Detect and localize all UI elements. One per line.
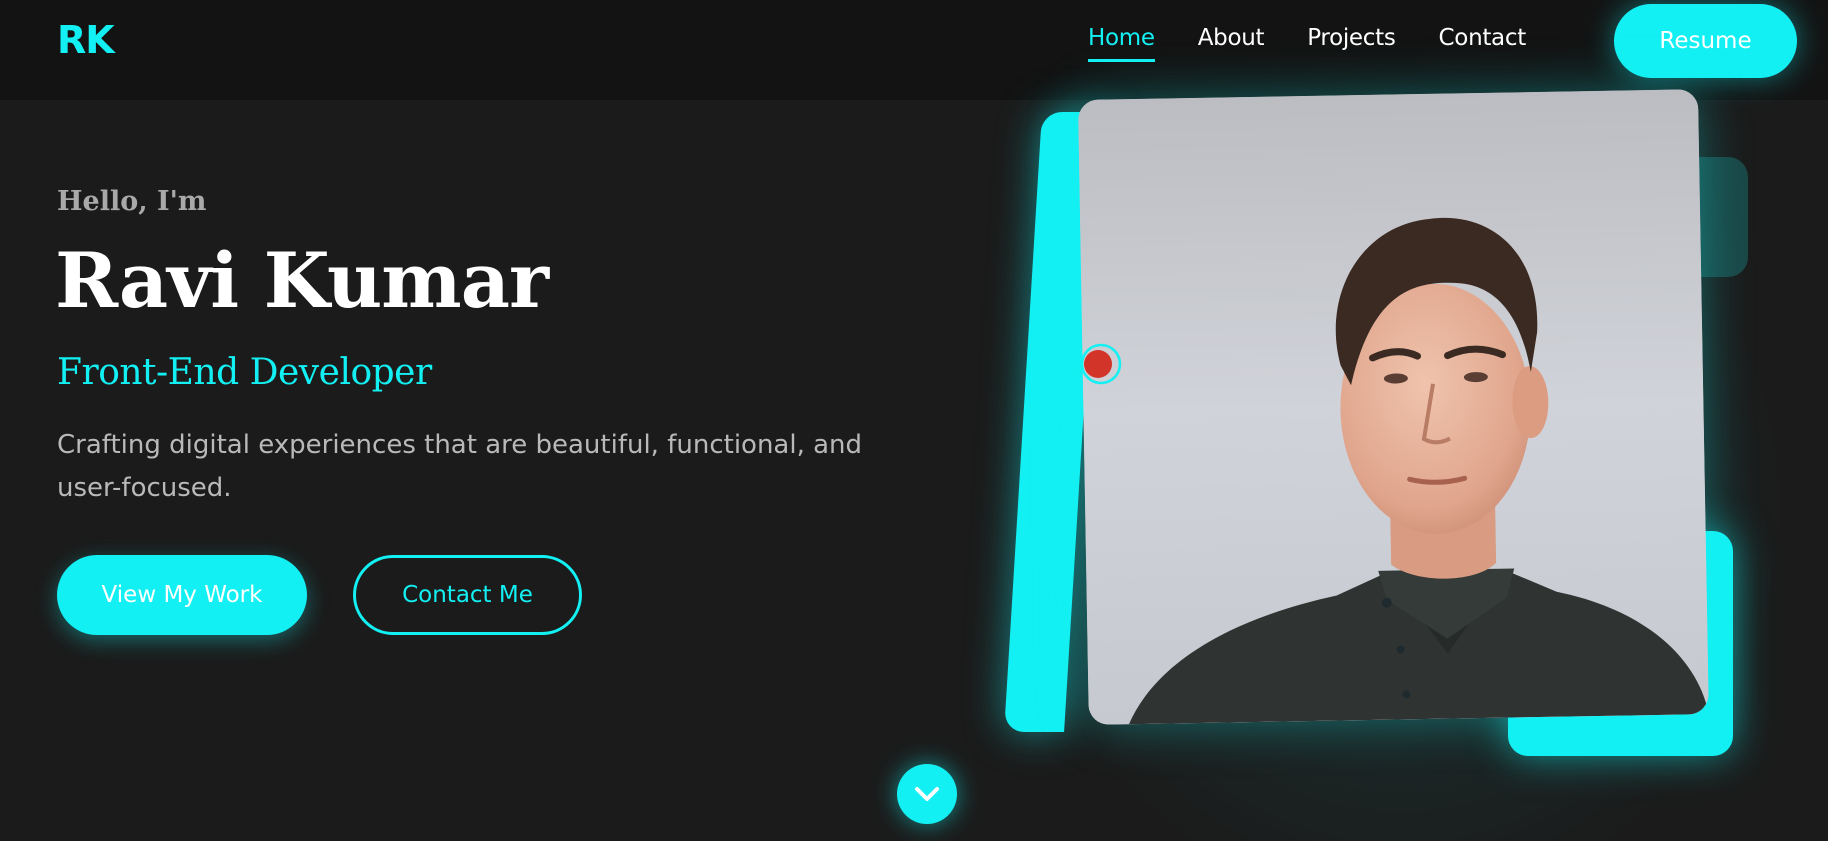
nav-link-about[interactable]: About: [1198, 25, 1265, 62]
nav-link-contact[interactable]: Contact: [1439, 25, 1527, 62]
location-pin-icon: [1080, 343, 1122, 401]
chevron-down-icon: [915, 787, 939, 801]
logo[interactable]: RK: [57, 18, 115, 62]
nav-links: Home About Projects Contact: [1088, 25, 1569, 62]
hero-role: Front-End Developer: [57, 352, 432, 393]
nav-link-projects[interactable]: Projects: [1307, 25, 1396, 62]
scroll-down-button[interactable]: [897, 764, 957, 824]
view-work-button[interactable]: View My Work: [57, 555, 307, 635]
hero-greeting: Hello, I'm: [57, 186, 207, 217]
nav-link-home[interactable]: Home: [1088, 25, 1155, 62]
contact-me-button[interactable]: Contact Me: [353, 555, 582, 635]
hero-description: Crafting digital experiences that are be…: [57, 430, 863, 503]
hero-name: Ravi Kumar: [55, 236, 549, 325]
navbar: RK Home About Projects Contact Resume: [0, 0, 1828, 100]
portrait-illustration: [1078, 89, 1709, 725]
resume-button[interactable]: Resume: [1614, 4, 1797, 78]
profile-photo: [1078, 89, 1709, 725]
